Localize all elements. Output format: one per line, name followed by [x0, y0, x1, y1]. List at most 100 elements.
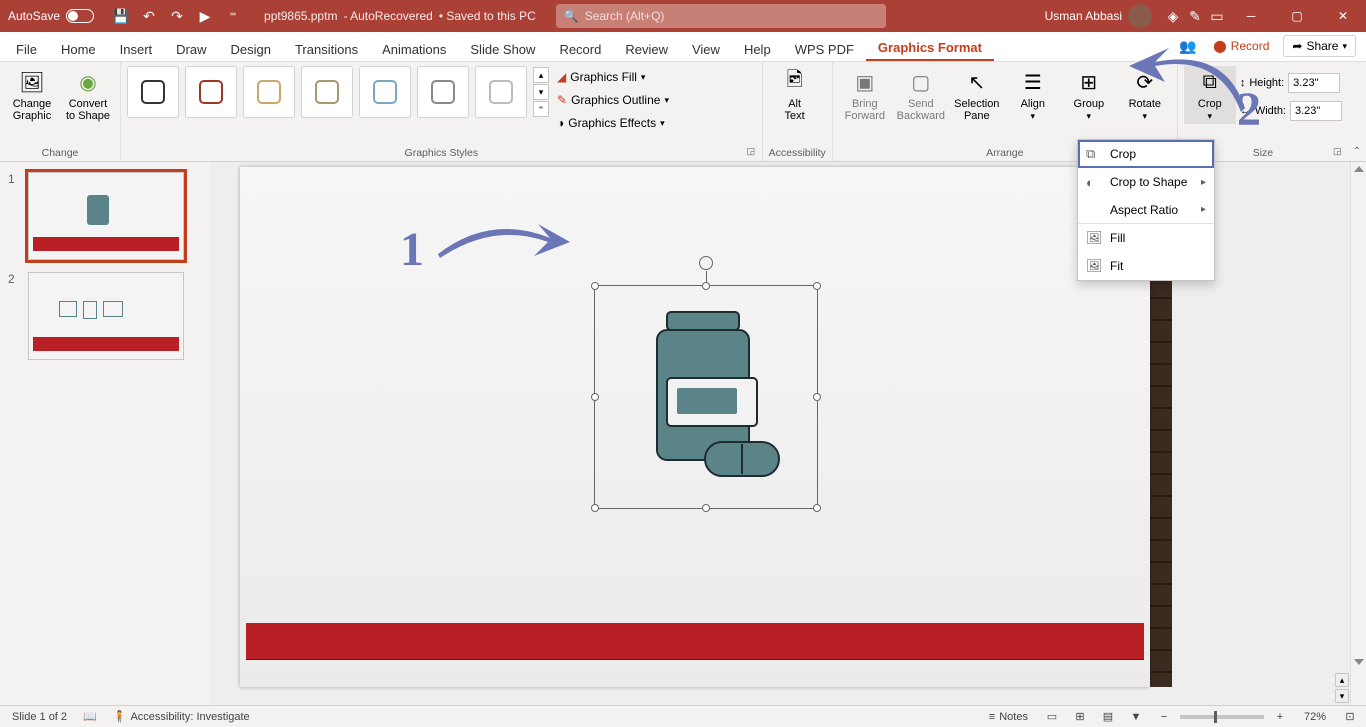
redo-icon[interactable]: ↷: [166, 5, 188, 27]
fit-to-window-icon[interactable]: ⊡: [1338, 708, 1362, 726]
tab-animations[interactable]: Animations: [370, 36, 458, 61]
width-input[interactable]: [1290, 101, 1342, 121]
collapse-ribbon-icon[interactable]: ⌃: [1348, 62, 1366, 161]
prev-slide-icon[interactable]: ▴: [1335, 673, 1349, 687]
sorter-view-icon[interactable]: ⊞: [1068, 708, 1092, 726]
styles-dialog-launcher[interactable]: ◲: [747, 146, 759, 158]
vertical-scrollbar[interactable]: [1350, 162, 1366, 705]
styles-gallery[interactable]: ▴▾⁼: [127, 66, 549, 118]
close-button[interactable]: ✕: [1320, 0, 1366, 32]
menu-fit[interactable]: 🖼Fit: [1078, 252, 1214, 280]
send-backward-button[interactable]: ▢Send Backward: [895, 66, 947, 124]
tab-design[interactable]: Design: [219, 36, 283, 61]
slideshow-view-icon[interactable]: ▼: [1124, 708, 1148, 726]
style-preset-6[interactable]: [417, 66, 469, 118]
search-input[interactable]: [585, 9, 878, 23]
tab-wpspdf[interactable]: WPS PDF: [783, 36, 866, 61]
chevron-right-icon: ▸: [1201, 177, 1206, 188]
share-button[interactable]: ➦Share▾: [1283, 35, 1356, 57]
maximize-button[interactable]: ▢: [1274, 0, 1320, 32]
tab-record[interactable]: Record: [547, 36, 613, 61]
reading-view-icon[interactable]: ▤: [1096, 708, 1120, 726]
bring-forward-button[interactable]: ▣Bring Forward: [839, 66, 891, 124]
undo-icon[interactable]: ↶: [138, 5, 160, 27]
zoom-out-button[interactable]: −: [1152, 708, 1176, 726]
thumb-row[interactable]: 2: [8, 272, 202, 360]
align-button[interactable]: ☰Align▾: [1007, 66, 1059, 124]
accessibility-status[interactable]: 🧍Accessibility: Investigate: [105, 710, 258, 723]
slide-thumbnail-1[interactable]: [28, 172, 184, 260]
teams-icon[interactable]: 👥: [1179, 38, 1199, 55]
gallery-up-icon[interactable]: ▴: [533, 67, 549, 83]
menu-aspect-ratio[interactable]: Aspect Ratio▸: [1078, 196, 1214, 224]
size-dialog-launcher[interactable]: ◲: [1333, 146, 1345, 158]
group-change: 🖼 Change Graphic ◉ Convert to Shape Chan…: [0, 62, 121, 161]
slide-thumbnail-2[interactable]: [28, 272, 184, 360]
spell-check-icon[interactable]: 📖: [75, 710, 105, 723]
selection-pane-button[interactable]: ↖Selection Pane: [951, 66, 1003, 124]
graphics-outline-button[interactable]: ✎Graphics Outline▾: [553, 89, 683, 111]
qat-more-icon[interactable]: ⁼: [222, 5, 244, 27]
group-button[interactable]: ⊞Group▾: [1063, 66, 1115, 124]
next-slide-icon[interactable]: ▾: [1335, 689, 1349, 703]
tab-review[interactable]: Review: [613, 36, 680, 61]
width-label: Width:: [1255, 105, 1286, 117]
crop-button[interactable]: ⧉ Crop▾: [1184, 66, 1236, 124]
height-row: ↕ Height:: [1240, 72, 1342, 94]
slide-counter[interactable]: Slide 1 of 2: [4, 711, 75, 723]
thumb-row[interactable]: 1: [8, 172, 202, 260]
toggle-switch-icon[interactable]: [66, 9, 94, 23]
style-preset-4[interactable]: [301, 66, 353, 118]
from-beginning-icon[interactable]: ▶: [194, 5, 216, 27]
medicine-bottle-icon[interactable]: [595, 286, 819, 510]
minimize-button[interactable]: ─: [1228, 0, 1274, 32]
wand-icon[interactable]: ✎: [1184, 5, 1206, 27]
style-preset-5[interactable]: [359, 66, 411, 118]
tab-slideshow[interactable]: Slide Show: [458, 36, 547, 61]
graphics-fill-button[interactable]: ◢Graphics Fill▾: [553, 66, 683, 88]
align-icon: ☰: [1019, 68, 1047, 96]
rotate-handle[interactable]: [699, 256, 713, 270]
style-preset-7[interactable]: [475, 66, 527, 118]
menu-fill[interactable]: 🖼Fill: [1078, 224, 1214, 252]
tab-help[interactable]: Help: [732, 36, 783, 61]
zoom-in-button[interactable]: +: [1268, 708, 1292, 726]
accessibility-icon: 🧍: [113, 710, 127, 723]
style-preset-1[interactable]: [127, 66, 179, 118]
tab-file[interactable]: File: [4, 36, 49, 61]
style-preset-2[interactable]: [185, 66, 237, 118]
tab-insert[interactable]: Insert: [108, 36, 165, 61]
tab-transitions[interactable]: Transitions: [283, 36, 370, 61]
rotate-button[interactable]: ⟳Rotate▾: [1119, 66, 1171, 124]
menu-crop-to-shape[interactable]: ◐Crop to Shape▸: [1078, 168, 1214, 196]
scroll-down-icon[interactable]: [1354, 659, 1364, 665]
save-icon[interactable]: 💾: [110, 5, 132, 27]
user-account[interactable]: Usman Abbasi: [1035, 4, 1162, 28]
ribbon-display-icon[interactable]: ▭: [1206, 5, 1228, 27]
alt-text-button[interactable]: 🖻 Alt Text: [769, 66, 821, 124]
gallery-down-icon[interactable]: ▾: [533, 84, 549, 100]
zoom-level[interactable]: 72%: [1296, 711, 1334, 723]
change-graphic-button[interactable]: 🖼 Change Graphic: [6, 66, 58, 124]
style-preset-3[interactable]: [243, 66, 295, 118]
zoom-slider[interactable]: [1180, 715, 1264, 719]
diamond-icon[interactable]: ◈: [1162, 5, 1184, 27]
record-button[interactable]: ⬤Record: [1205, 35, 1277, 57]
autosave-toggle[interactable]: AutoSave: [0, 9, 102, 23]
gallery-more-icon[interactable]: ⁼: [533, 101, 549, 117]
tab-view[interactable]: View: [680, 36, 732, 61]
graphic-selection[interactable]: [594, 285, 818, 509]
notes-button[interactable]: ≡Notes: [981, 711, 1036, 723]
menu-crop[interactable]: ⧉Crop: [1078, 140, 1214, 168]
search-bar[interactable]: 🔍: [556, 4, 886, 28]
scroll-up-icon[interactable]: [1354, 166, 1364, 172]
tab-home[interactable]: Home: [49, 36, 108, 61]
gallery-scroll[interactable]: ▴▾⁼: [533, 67, 549, 117]
tab-draw[interactable]: Draw: [164, 36, 218, 61]
slide[interactable]: [240, 167, 1150, 687]
graphics-effects-button[interactable]: ◑Graphics Effects▾: [553, 112, 683, 134]
tab-graphics-format[interactable]: Graphics Format: [866, 34, 994, 61]
normal-view-icon[interactable]: ▭: [1040, 708, 1064, 726]
convert-to-shape-button[interactable]: ◉ Convert to Shape: [62, 66, 114, 124]
height-input[interactable]: [1288, 73, 1340, 93]
